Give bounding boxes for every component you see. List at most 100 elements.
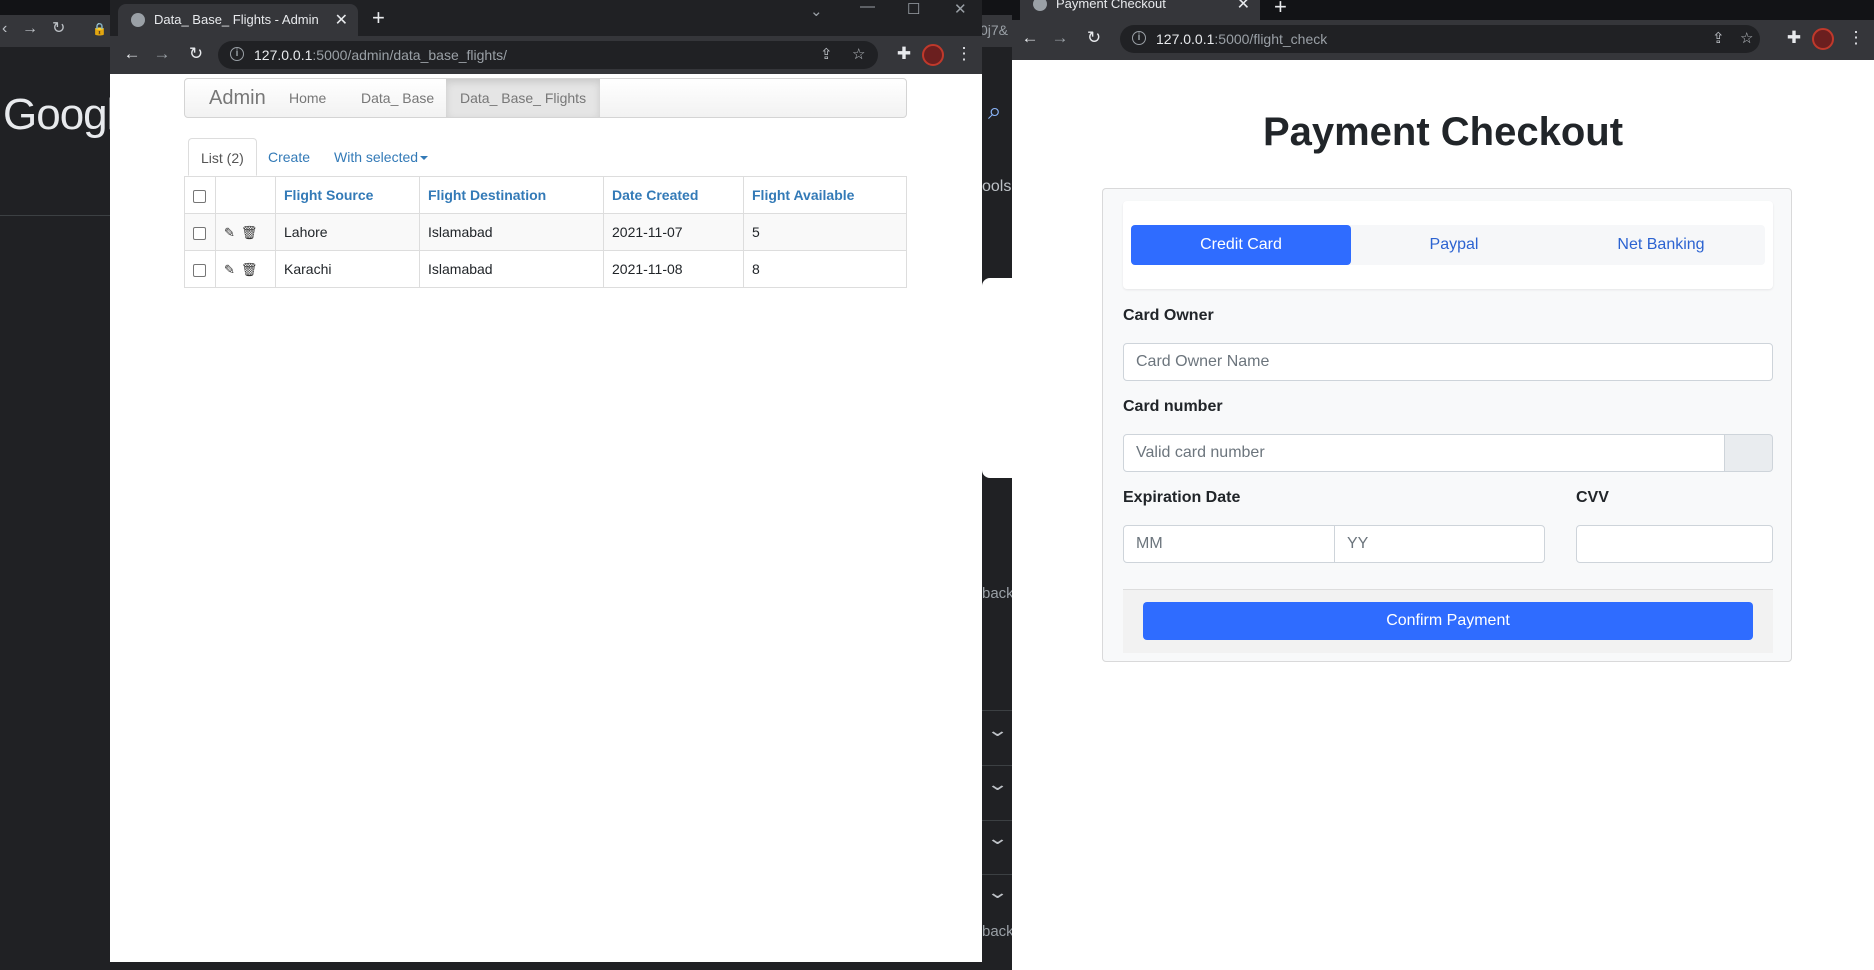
address-url[interactable]: 127.0.0.1:5000/admin/data_base_flights/ — [254, 47, 507, 63]
address-url[interactable]: 127.0.0.1:5000/flight_check — [1156, 31, 1327, 47]
column-header-flight-available[interactable]: Flight Available — [743, 176, 907, 214]
tab-net-banking[interactable]: Net Banking — [1557, 225, 1765, 265]
reload-icon[interactable]: ↻ — [186, 44, 206, 64]
column-header-flight-source[interactable]: Flight Source — [275, 176, 420, 214]
bookmark-star-icon[interactable]: ☆ — [1740, 29, 1753, 47]
globe-icon — [131, 13, 145, 27]
reload-icon[interactable]: ↻ — [1084, 28, 1104, 48]
forward-arrow-icon[interactable]: → — [152, 44, 172, 64]
actions-header — [215, 176, 276, 214]
card-owner-input[interactable]: Card Owner Name — [1123, 343, 1773, 381]
row-checkbox[interactable] — [193, 263, 206, 277]
close-tab-icon[interactable]: ✕ — [1237, 0, 1250, 14]
url-host: 127.0.0.1 — [254, 47, 313, 63]
expiry-month-input[interactable]: MM — [1123, 525, 1335, 563]
chevron-down-icon[interactable]: ⌄ — [986, 774, 1009, 795]
row-checkbox[interactable] — [193, 226, 206, 240]
forward-arrow-icon[interactable]: → — [1050, 28, 1070, 48]
payment-page: Payment Checkout Credit Card Paypal Net … — [1012, 60, 1874, 970]
tab-strip: Payment Checkout ✕ + — [1012, 0, 1874, 20]
extensions-icon[interactable]: ✚ — [894, 44, 914, 64]
with-selected-dropdown[interactable]: With selected — [322, 138, 440, 176]
back-arrow-icon[interactable]: ← — [1020, 28, 1040, 48]
cell-flight-available: 8 — [743, 250, 907, 288]
edit-pencil-icon[interactable]: ✎ — [224, 262, 235, 277]
forward-arrow-icon[interactable]: → — [22, 21, 38, 37]
nav-link-home[interactable]: Home — [275, 79, 340, 117]
browser-toolbar: ← → ↻ i 127.0.0.1:5000/flight_check ⇪ ☆ … — [1012, 20, 1874, 60]
column-header-flight-destination[interactable]: Flight Destination — [419, 176, 604, 214]
extensions-icon[interactable]: ✚ — [1784, 28, 1804, 48]
card-number-input[interactable]: Valid card number — [1123, 434, 1725, 472]
tab-credit-card[interactable]: Credit Card — [1131, 225, 1351, 265]
menu-kebab-icon[interactable]: ⋮ — [1846, 28, 1866, 48]
row-select-cell — [184, 213, 216, 251]
back-arrow-icon[interactable]: ← — [122, 44, 142, 64]
tab-title: Payment Checkout — [1056, 0, 1166, 11]
background-url-fragment: 0j7& — [980, 22, 1009, 38]
cell-flight-destination: Islamabad — [419, 250, 604, 288]
avatar[interactable] — [922, 44, 944, 66]
new-tab-icon[interactable]: + — [1274, 0, 1287, 20]
close-window-icon[interactable]: ✕ — [954, 0, 967, 18]
table-row: ✎ 🗑 Lahore Islamabad 2021-11-07 5 — [184, 213, 907, 251]
with-selected-label: With selected — [334, 149, 419, 165]
cvv-input[interactable] — [1576, 525, 1773, 563]
share-icon[interactable]: ⇪ — [1712, 29, 1725, 47]
nav-link-data-base[interactable]: Data_ Base — [347, 79, 448, 117]
chevron-down-icon[interactable]: ⌄ — [986, 828, 1009, 849]
divider — [982, 820, 1012, 821]
new-tab-icon[interactable]: + — [372, 5, 385, 31]
cell-flight-available: 5 — [743, 213, 907, 251]
site-info-icon[interactable]: i — [1132, 31, 1146, 45]
menu-kebab-icon[interactable]: ⋮ — [954, 44, 974, 64]
card-icon-addon — [1725, 434, 1773, 472]
delete-trash-icon[interactable]: 🗑 — [241, 262, 258, 277]
column-header-date-created[interactable]: Date Created — [603, 176, 744, 214]
search-icon[interactable]: ⌕ — [988, 98, 1001, 126]
payment-card: Credit Card Paypal Net Banking Card Owne… — [1102, 188, 1792, 662]
maximize-icon[interactable]: ☐ — [907, 0, 920, 18]
divider — [982, 874, 1012, 875]
tab-list[interactable]: List (2) — [188, 138, 257, 176]
tools-text-fragment[interactable]: ools — [982, 178, 1011, 196]
url-host: 127.0.0.1 — [1156, 31, 1215, 47]
reload-icon[interactable]: ↻ — [52, 21, 65, 37]
flights-table: Flight Source Flight Destination Date Cr… — [184, 176, 907, 288]
confirm-payment-button[interactable]: Confirm Payment — [1143, 602, 1753, 640]
back-arrow-icon[interactable]: ‹ — [2, 21, 7, 37]
browser-tab[interactable]: Data_ Base_ Flights - Admin ✕ — [118, 4, 358, 36]
browser-tab[interactable]: Payment Checkout ✕ — [1020, 0, 1260, 20]
tab-create[interactable]: Create — [256, 138, 322, 176]
row-actions: ✎ 🗑 — [215, 250, 276, 288]
divider — [982, 710, 1012, 711]
chevron-down-icon[interactable]: ⌄ — [986, 882, 1009, 903]
nav-link-data-base-flights[interactable]: Data_ Base_ Flights — [446, 79, 601, 117]
feedback-text-fragment[interactable]: back — [982, 585, 1014, 602]
globe-icon — [1033, 0, 1047, 11]
address-bar[interactable]: i 127.0.0.1:5000/admin/data_base_flights… — [218, 41, 878, 69]
site-info-icon[interactable]: i — [230, 47, 244, 61]
edit-pencil-icon[interactable]: ✎ — [224, 225, 235, 240]
delete-trash-icon[interactable]: 🗑 — [241, 225, 258, 240]
tab-title: Data_ Base_ Flights - Admin — [154, 12, 319, 27]
payment-browser-window: Payment Checkout ✕ + ← → ↻ i 127.0.0.1:5… — [1012, 0, 1874, 970]
admin-brand[interactable]: Admin — [209, 87, 266, 110]
expiry-year-input[interactable]: YY — [1334, 525, 1545, 563]
bookmark-star-icon[interactable]: ☆ — [852, 45, 865, 63]
minimize-icon[interactable]: — — [860, 0, 875, 15]
close-tab-icon[interactable]: ✕ — [335, 10, 348, 30]
address-bar[interactable]: i 127.0.0.1:5000/flight_check ⇪ ☆ — [1120, 25, 1760, 53]
avatar[interactable] — [1812, 28, 1834, 50]
list-tabs: List (2) Create With selected — [184, 138, 907, 176]
table-header-row: Flight Source Flight Destination Date Cr… — [184, 176, 907, 214]
share-icon[interactable]: ⇪ — [820, 45, 833, 63]
tab-strip: Data_ Base_ Flights - Admin ✕ + ⌄ — ☐ ✕ — [110, 0, 982, 36]
tab-paypal[interactable]: Paypal — [1351, 225, 1557, 265]
tab-search-icon[interactable]: ⌄ — [810, 2, 823, 20]
select-all-checkbox[interactable] — [193, 189, 206, 203]
card-footer: Confirm Payment — [1123, 589, 1773, 653]
feedback-text-fragment[interactable]: back — [982, 923, 1014, 940]
chevron-down-icon[interactable]: ⌄ — [986, 720, 1009, 741]
row-select-cell — [184, 250, 216, 288]
